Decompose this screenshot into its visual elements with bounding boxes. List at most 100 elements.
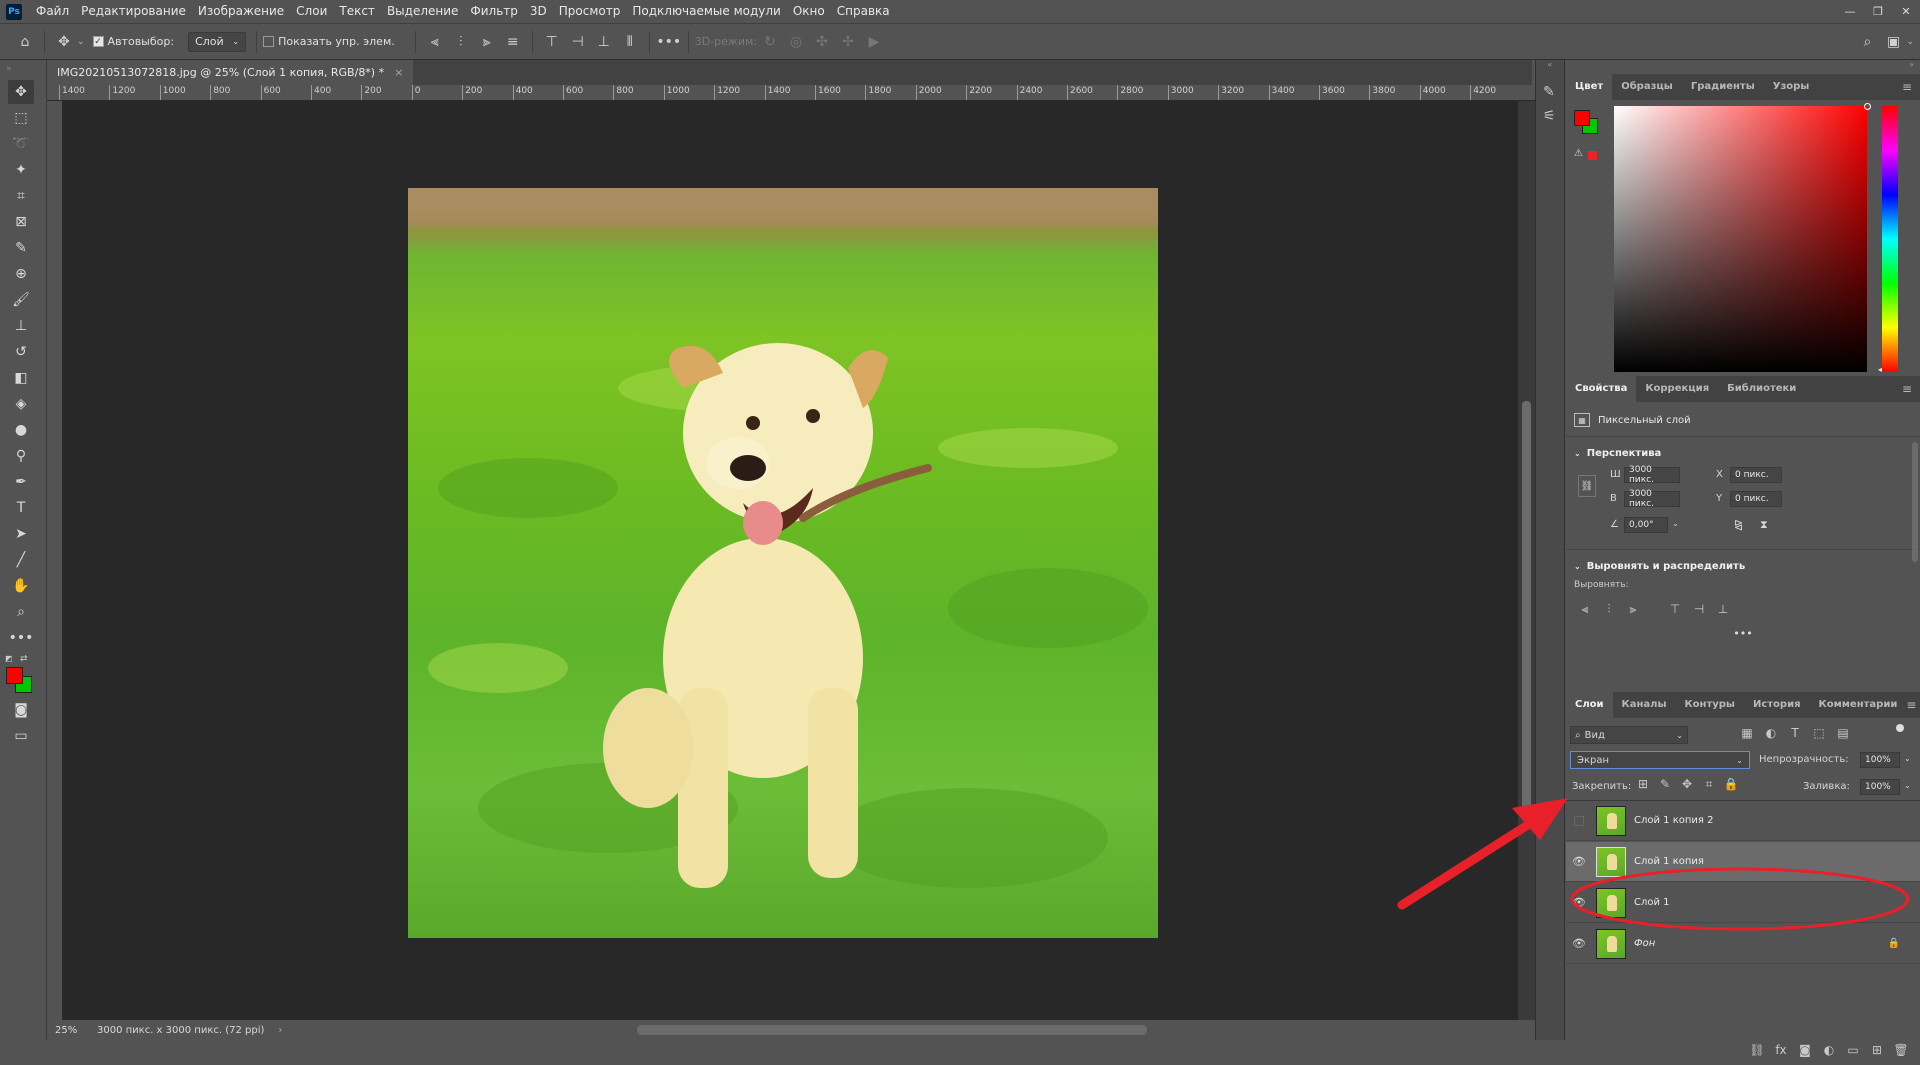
show-transform-checkbox[interactable] — [263, 36, 275, 47]
fill-dropdown-icon[interactable]: ⌄ — [1904, 781, 1911, 790]
tab-adjustments[interactable]: Коррекция — [1636, 376, 1718, 402]
layer-row[interactable]: 👁 Слой 1 — [1566, 883, 1920, 923]
properties-panel-menu-icon[interactable]: ≡ — [1902, 382, 1912, 396]
search-icon[interactable]: ⌕ — [1854, 29, 1880, 55]
align-vcenter-icon[interactable]: ⊣ — [565, 29, 591, 55]
healing-brush-icon[interactable]: ⊕ — [8, 262, 34, 286]
vertical-scrollbar[interactable] — [1518, 101, 1535, 1020]
filter-shape-icon[interactable]: ⬚ — [1808, 726, 1830, 740]
more-align-options[interactable]: ••• — [1574, 627, 1912, 640]
layer-style-icon[interactable]: fx — [1770, 1043, 1792, 1057]
swap-colors-icon[interactable]: ⇄ — [20, 654, 28, 664]
more-tools-icon[interactable]: ••• — [8, 626, 34, 650]
tab-layers[interactable]: Слои — [1566, 692, 1613, 718]
blend-mode-dropdown[interactable]: Экран ⌄ — [1570, 751, 1750, 769]
width-field[interactable]: 3000 пикс. — [1624, 465, 1680, 485]
adjustments-icon[interactable]: ⚟ — [1543, 108, 1564, 124]
lasso-tool-icon[interactable]: ➰ — [8, 132, 34, 156]
menu-window[interactable]: Окно — [787, 0, 831, 23]
tab-color[interactable]: Цвет — [1566, 74, 1613, 100]
x-field[interactable]: 0 пикс. — [1730, 467, 1782, 483]
screen-mode-icon[interactable]: ▭ — [8, 724, 34, 748]
align-bottom-edges-icon[interactable]: ⊥ — [1712, 602, 1734, 617]
magic-wand-icon[interactable]: ✦ — [8, 158, 34, 182]
tab-comments[interactable]: Комментарии — [1810, 692, 1907, 718]
align-right-icon[interactable]: ⫸ — [474, 29, 500, 55]
add-mask-icon[interactable]: ◙ — [1794, 1043, 1816, 1057]
opacity-field[interactable]: 100% — [1860, 752, 1900, 768]
angle-field[interactable]: 0,00° — [1624, 517, 1668, 533]
menu-3d[interactable]: 3D — [524, 0, 553, 23]
opacity-dropdown-icon[interactable]: ⌄ — [1904, 754, 1911, 763]
path-select-icon[interactable]: ➤ — [8, 522, 34, 546]
filter-toggle[interactable] — [1896, 724, 1904, 732]
brush-tool-icon[interactable]: 🖌 — [8, 288, 34, 312]
layer-row[interactable]: 👁 Фон 🔒 — [1566, 924, 1920, 964]
minimize-button[interactable]: — — [1836, 0, 1864, 23]
lock-icon[interactable]: 🔒 — [1888, 938, 1900, 949]
menu-plugins[interactable]: Подключаемые модули — [626, 0, 787, 23]
color-picker-cursor[interactable] — [1864, 103, 1871, 110]
type-tool-icon[interactable]: T — [8, 496, 34, 520]
new-adjustment-icon[interactable]: ◐ — [1818, 1043, 1840, 1057]
eyedropper-icon[interactable]: ✎ — [8, 236, 34, 260]
hand-tool-icon[interactable]: ✋ — [8, 574, 34, 598]
eye-icon[interactable]: 👁 — [1566, 855, 1592, 868]
foreground-color-chip[interactable] — [1574, 110, 1590, 126]
color-field[interactable] — [1614, 106, 1867, 372]
flip-vertical-icon[interactable]: ⧗ — [1760, 518, 1768, 532]
align-left-edges-icon[interactable]: ⫷ — [1574, 602, 1596, 617]
eraser-tool-icon[interactable]: ◧ — [8, 366, 34, 390]
lock-transparency-icon[interactable]: ⊞ — [1632, 777, 1654, 792]
delete-layer-icon[interactable]: 🗑 — [1890, 1043, 1912, 1057]
layers-panel-menu-icon[interactable]: ≡ — [1906, 698, 1916, 712]
tab-swatches[interactable]: Образцы — [1612, 74, 1682, 100]
gamut-warning-icon[interactable]: ⚠ — [1574, 148, 1583, 159]
restore-button[interactable]: ❐ — [1864, 0, 1892, 23]
document-tab[interactable]: IMG20210513072818.jpg @ 25% (Слой 1 копи… — [47, 60, 414, 85]
stamp-tool-icon[interactable]: ⊥ — [8, 314, 34, 338]
vertical-scroll-thumb[interactable] — [1522, 401, 1531, 821]
autoselect-dropdown[interactable]: Слой ⌄ — [188, 31, 247, 52]
move-tool-icon[interactable]: ✥ — [51, 29, 77, 55]
align-top-icon[interactable]: ⊤ — [539, 29, 565, 55]
layer-row-selected[interactable]: 👁 Слой 1 копия — [1566, 842, 1920, 882]
crop-tool-icon[interactable]: ⌗ — [8, 184, 34, 208]
menu-view[interactable]: Просмотр — [553, 0, 627, 23]
align-hcenters-icon[interactable]: ⫶ — [1598, 602, 1620, 617]
lock-pixels-icon[interactable]: ✎ — [1654, 777, 1676, 792]
paint-bucket-icon[interactable]: ◈ — [8, 392, 34, 416]
angle-dropdown-icon[interactable]: ⌄ — [1672, 519, 1679, 528]
lock-position-icon[interactable]: ✥ — [1676, 777, 1698, 792]
home-icon[interactable]: ⌂ — [12, 29, 38, 55]
menu-filter[interactable]: Фильтр — [464, 0, 523, 23]
align-right-edges-icon[interactable]: ⫸ — [1622, 602, 1644, 617]
menu-select[interactable]: Выделение — [381, 0, 464, 23]
tab-history[interactable]: История — [1744, 692, 1810, 718]
new-group-icon[interactable]: ▭ — [1842, 1043, 1864, 1057]
menu-help[interactable]: Справка — [831, 0, 896, 23]
history-brush-icon[interactable]: ↺ — [8, 340, 34, 364]
foreground-color-swatch[interactable] — [6, 667, 23, 684]
lock-all-icon[interactable]: 🔒 — [1720, 777, 1742, 792]
align-section[interactable]: ⌄ Выровнять и распределить — [1574, 556, 1912, 576]
filter-pixel-icon[interactable]: ▦ — [1736, 726, 1758, 740]
workspace-chevron-icon[interactable]: ⌄ — [1906, 37, 1914, 47]
blur-tool-icon[interactable]: ● — [8, 418, 34, 442]
dodge-tool-icon[interactable]: ⚲ — [8, 444, 34, 468]
frame-tool-icon[interactable]: ⊠ — [8, 210, 34, 234]
menu-edit[interactable]: Редактирование — [75, 0, 192, 23]
horizontal-scroll-thumb[interactable] — [637, 1025, 1147, 1035]
filter-type-icon[interactable]: T — [1784, 726, 1806, 740]
align-top-edges-icon[interactable]: ⊤ — [1664, 602, 1686, 617]
link-dimensions-icon[interactable]: ⛓ — [1578, 475, 1596, 497]
menu-layers[interactable]: Слои — [290, 0, 333, 23]
height-field[interactable]: 3000 пикс. — [1624, 489, 1680, 509]
align-vcenters-icon[interactable]: ⊣ — [1688, 602, 1710, 617]
status-menu-arrow-icon[interactable]: › — [278, 1025, 282, 1036]
flip-horizontal-icon[interactable]: ⧎ — [1734, 518, 1743, 531]
menu-file[interactable]: Файл — [30, 0, 75, 23]
menu-text[interactable]: Текст — [333, 0, 381, 23]
tab-libraries[interactable]: Библиотеки — [1718, 376, 1805, 402]
document-image[interactable] — [408, 188, 1158, 938]
